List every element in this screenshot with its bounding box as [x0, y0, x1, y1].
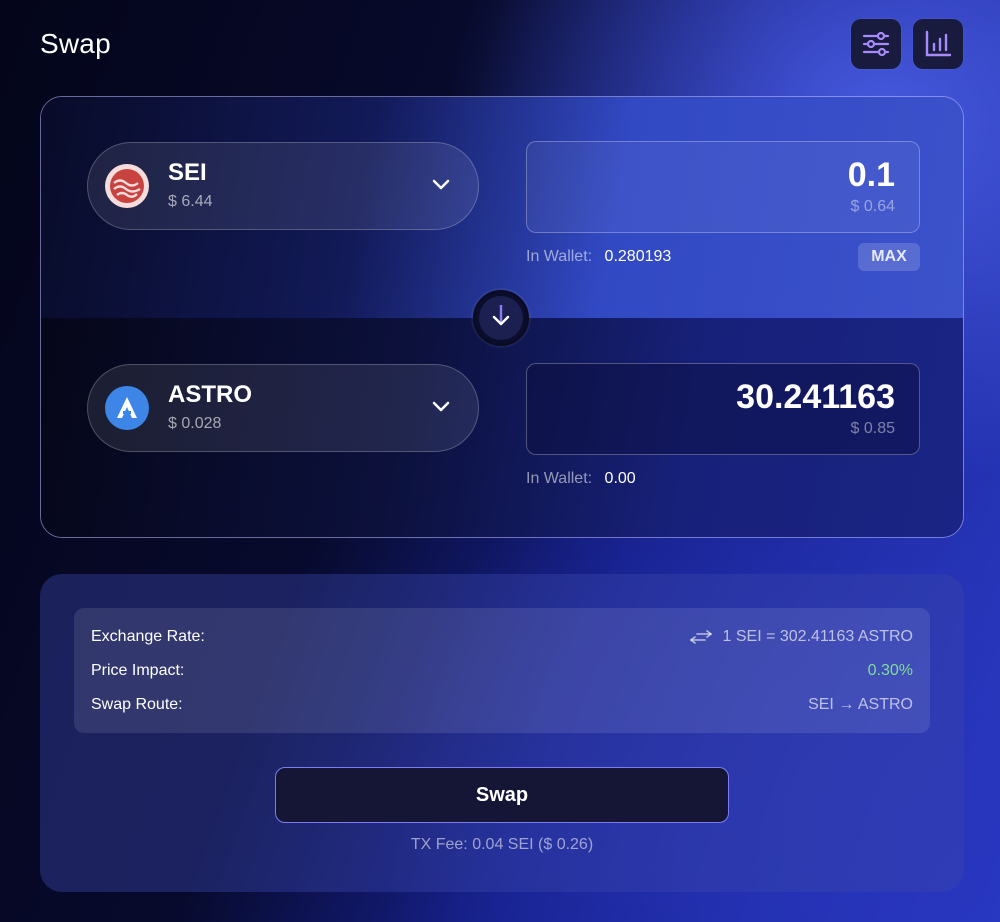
- flip-inner: [479, 296, 523, 340]
- from-wallet-balance: In Wallet: 0.280193: [526, 248, 671, 266]
- to-amount-value: 30.241163: [736, 378, 895, 416]
- to-token-price: $ 0.028: [168, 415, 222, 432]
- exchange-rate[interactable]: 1 SEI = 302.41163 ASTRO: [689, 628, 914, 646]
- wallet-value: 0.280193: [604, 248, 672, 265]
- sei-logo-icon: [104, 163, 150, 209]
- swap-route-value: SEI → ASTRO: [808, 696, 913, 713]
- arrow-down-icon: [492, 305, 510, 326]
- price-impact-value: 0.30%: [867, 662, 913, 679]
- exchange-rate-label: Exchange Rate:: [91, 628, 205, 645]
- to-amount-input[interactable]: 30.241163 $ 0.85: [526, 363, 920, 455]
- to-amount-usd: $ 0.85: [850, 420, 895, 437]
- chart-button[interactable]: [913, 19, 963, 69]
- chevron-down-icon: [432, 179, 450, 190]
- swap-route-row: Swap Route: SEI → ASTRO: [91, 693, 913, 717]
- swap-card: SEI $ 6.44 0.1 $ 0.64 In Wallet: 0.28019…: [40, 96, 964, 538]
- swap-details-card: Exchange Rate: 1 SEI = 302.41163 ASTRO P…: [40, 574, 964, 892]
- from-amount-value: 0.1: [847, 156, 895, 194]
- from-amount-input[interactable]: 0.1 $ 0.64: [526, 141, 920, 233]
- settings-button[interactable]: [851, 19, 901, 69]
- price-impact-label: Price Impact:: [91, 662, 185, 679]
- bar-chart-icon: [925, 30, 952, 57]
- to-token-symbol: ASTRO: [168, 381, 252, 408]
- chevron-down-icon: [432, 401, 450, 412]
- swap-details: Exchange Rate: 1 SEI = 302.41163 ASTRO P…: [74, 608, 930, 733]
- to-token-selector[interactable]: ASTRO $ 0.028: [87, 364, 479, 452]
- max-button[interactable]: MAX: [858, 243, 920, 271]
- tx-fee: TX Fee: 0.04 SEI ($ 0.26): [410, 836, 594, 853]
- swap-button[interactable]: Swap: [275, 767, 729, 823]
- swap-arrows-icon: [689, 630, 712, 644]
- flip-direction-button[interactable]: [473, 290, 529, 346]
- from-token-symbol: SEI: [168, 159, 207, 186]
- astro-logo-icon: [104, 385, 150, 431]
- sliders-icon: [862, 31, 890, 57]
- wallet-value: 0.00: [604, 470, 636, 487]
- swap-route-label: Swap Route:: [91, 696, 183, 713]
- from-token-price: $ 6.44: [168, 193, 213, 210]
- wallet-label: In Wallet:: [526, 470, 593, 487]
- wallet-label: In Wallet:: [526, 248, 593, 265]
- page-title: Swap: [40, 28, 111, 59]
- price-impact-row: Price Impact: 0.30%: [91, 659, 913, 683]
- from-amount-usd: $ 0.64: [850, 198, 895, 215]
- exchange-rate-row: Exchange Rate: 1 SEI = 302.41163 ASTRO: [91, 625, 913, 649]
- from-token-selector[interactable]: SEI $ 6.44: [87, 142, 479, 230]
- exchange-rate-value: 1 SEI = 302.41163 ASTRO: [722, 628, 914, 645]
- to-wallet-balance: In Wallet: 0.00: [526, 470, 636, 488]
